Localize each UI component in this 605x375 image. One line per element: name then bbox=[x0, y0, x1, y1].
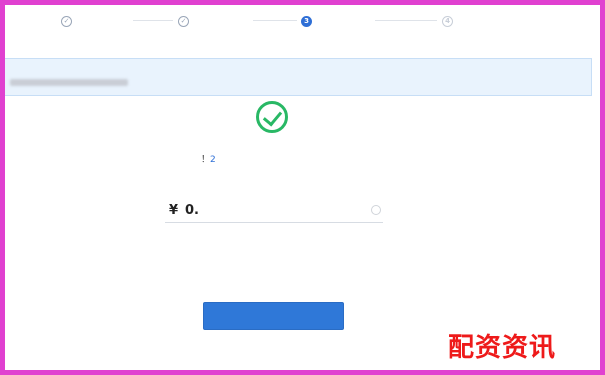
success-check-icon bbox=[256, 101, 288, 133]
clear-circle-icon[interactable] bbox=[371, 205, 381, 215]
verification-page: ✓ ✓ 3 4 ！2 ¥ 0. 配资资讯 bbox=[5, 5, 600, 370]
success-text-before: ！ bbox=[201, 155, 211, 165]
banner-title-row bbox=[8, 65, 11, 74]
amount-input[interactable]: ¥ 0. bbox=[165, 200, 383, 223]
step-1: ✓ bbox=[61, 13, 77, 29]
step-connector bbox=[253, 20, 297, 21]
banner-detail-row bbox=[8, 79, 137, 86]
step-4: 4 bbox=[442, 13, 458, 29]
masked-account-info bbox=[10, 79, 128, 86]
success-highlight: 2 bbox=[210, 155, 216, 165]
watermark-text: 配资资讯 bbox=[448, 333, 557, 363]
step-4-number-icon: 4 bbox=[442, 15, 453, 27]
step-connector bbox=[375, 20, 437, 21]
progress-stepper: ✓ ✓ 3 4 bbox=[5, 5, 600, 39]
step-3-number-icon: 3 bbox=[301, 15, 312, 27]
check-circle-icon: ✓ bbox=[178, 15, 189, 27]
step-connector bbox=[133, 20, 173, 21]
step-3: 3 bbox=[301, 13, 317, 29]
check-circle-icon: ✓ bbox=[61, 15, 72, 27]
currency-symbol: ¥ bbox=[169, 203, 179, 218]
step-2: ✓ bbox=[178, 13, 194, 29]
info-banner bbox=[5, 58, 592, 96]
confirm-button[interactable] bbox=[203, 302, 344, 330]
success-message: ！2 bbox=[201, 152, 216, 165]
amount-value[interactable]: 0. bbox=[185, 203, 199, 218]
